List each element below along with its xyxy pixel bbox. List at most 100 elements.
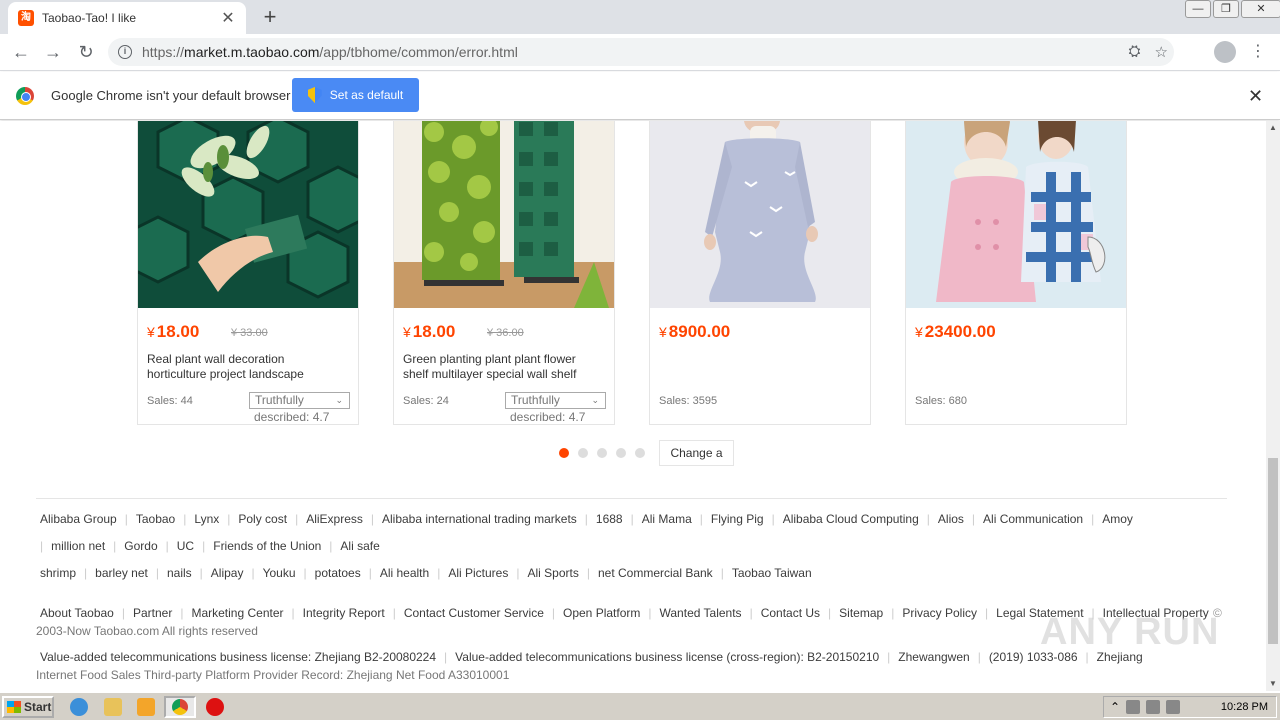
forward-arrow-icon[interactable]: → (41, 40, 65, 64)
pagination-dot[interactable] (616, 448, 626, 458)
product-card[interactable]: ¥18.00 ¥ 36.00 Green planting plant plan… (393, 121, 615, 425)
product-image[interactable] (906, 121, 1126, 308)
footer-link[interactable]: 1688 (592, 512, 627, 526)
link-separator: | (444, 650, 448, 664)
footer-link[interactable]: Value-added telecommunications business … (36, 650, 440, 664)
link-separator: | (124, 512, 128, 526)
footer-link[interactable]: Sitemap (835, 606, 887, 620)
product-price: ¥23400.00 (915, 322, 996, 341)
product-card[interactable]: ¥23400.00 Sales: 680 (905, 121, 1127, 425)
scroll-thumb[interactable] (1268, 458, 1278, 644)
translate-icon[interactable]: ⛭ (1129, 43, 1141, 61)
start-button[interactable]: Start (2, 696, 54, 718)
footer-link[interactable]: UC (173, 539, 198, 553)
link-separator: | (183, 512, 187, 526)
footer-link[interactable]: potatoes (311, 566, 365, 580)
footer-link[interactable]: Flying Pig (707, 512, 768, 526)
scroll-down-arrow-icon[interactable]: ▼ (1266, 677, 1280, 691)
link-separator: | (891, 606, 895, 620)
product-image[interactable] (138, 121, 358, 308)
footer-link[interactable]: Friends of the Union (209, 539, 325, 553)
footer-link[interactable]: Contact Us (757, 606, 824, 620)
new-tab-button[interactable]: + (258, 4, 282, 30)
product-title[interactable]: Real plant wall decoration horticulture … (147, 352, 347, 382)
minimize-button[interactable]: — (1185, 0, 1211, 18)
close-window-button[interactable]: ✕ (1241, 0, 1280, 18)
footer-link[interactable]: Alios (934, 512, 968, 526)
footer-link[interactable]: shrimp (36, 566, 80, 580)
pagination-dot[interactable] (578, 448, 588, 458)
flag-icon[interactable] (1166, 700, 1181, 714)
site-info-icon[interactable]: i (118, 45, 132, 59)
footer-link[interactable]: Value-added telecommunications business … (451, 650, 883, 664)
footer-link[interactable]: Open Platform (559, 606, 644, 620)
footer-link[interactable]: Alibaba Group (36, 512, 121, 526)
network-icon[interactable] (1126, 700, 1141, 714)
volume-icon[interactable] (1146, 700, 1161, 714)
infobar-close-icon[interactable]: ✕ (1248, 86, 1263, 107)
tray-expand-icon[interactable]: ⌃ (1110, 700, 1120, 714)
chrome-menu-icon[interactable]: ⋮ (1250, 41, 1266, 61)
footer-link[interactable]: Ali safe (336, 539, 383, 553)
footer-link[interactable]: Ali health (376, 566, 433, 580)
footer-link[interactable]: Amoy (1098, 512, 1137, 526)
default-browser-infobar: Google Chrome isn't your default browser… (0, 72, 1280, 120)
footer-link[interactable]: Alibaba Cloud Computing (779, 512, 923, 526)
tab-close-icon[interactable]: ✕ (220, 8, 236, 28)
ie-icon[interactable] (70, 698, 88, 716)
reload-icon[interactable]: ↻ (74, 40, 98, 64)
footer-link[interactable]: Integrity Report (299, 606, 389, 620)
product-card[interactable]: ¥18.00 ¥ 33.00 Real plant wall decoratio… (137, 121, 359, 425)
truthfully-described-dropdown[interactable]: Truthfully ⌄ (505, 392, 606, 409)
product-image[interactable] (394, 121, 614, 308)
footer-link[interactable]: Ali Sports (523, 566, 582, 580)
address-bar[interactable]: i https://market.m.taobao.com/app/tbhome… (108, 38, 1174, 66)
product-title[interactable]: Green planting plant plant flower shelf … (403, 352, 603, 382)
footer-links-row: shrimp | barley net | nails | Alipay | Youku | pot… (36, 566, 1236, 580)
footer-link[interactable]: Alibaba international trading markets (378, 512, 581, 526)
footer-link[interactable]: million net (47, 539, 109, 553)
footer-link[interactable]: Poly cost (234, 512, 291, 526)
pagination-dot[interactable] (559, 448, 569, 458)
bookmark-star-icon[interactable]: ☆ (1155, 43, 1168, 61)
folder-icon[interactable] (104, 698, 122, 716)
footer-link[interactable]: Alipay (207, 566, 248, 580)
footer-link[interactable]: AliExpress (302, 512, 367, 526)
media-player-icon[interactable] (137, 698, 155, 716)
product-image[interactable] (650, 121, 870, 308)
footer-link[interactable]: Ali Mama (638, 512, 696, 526)
footer-link[interactable]: Zhewangwen (894, 650, 973, 664)
tab-title: Taobao-Tao! I like (42, 11, 137, 25)
back-arrow-icon[interactable]: ← (9, 40, 33, 64)
footer-link[interactable]: Contact Customer Service (400, 606, 548, 620)
set-as-default-button[interactable]: Set as default (292, 78, 419, 112)
page-scrollbar[interactable]: ▲ ▼ (1266, 121, 1280, 691)
footer-link[interactable]: Youku (259, 566, 300, 580)
profile-avatar-icon[interactable] (1214, 41, 1236, 63)
product-card[interactable]: ¥8900.00 Sales: 3595 (649, 121, 871, 425)
footer-link[interactable]: Privacy Policy (898, 606, 981, 620)
footer-link[interactable]: Lynx (190, 512, 223, 526)
truthfully-described-dropdown[interactable]: Truthfully ⌄ (249, 392, 350, 409)
browser-tab[interactable]: 淘 Taobao-Tao! I like ✕ (8, 2, 246, 34)
footer-link[interactable]: Ali Communication (979, 512, 1087, 526)
pagination-dot[interactable] (635, 448, 645, 458)
footer-link[interactable]: Gordo (120, 539, 161, 553)
footer-link[interactable]: Marketing Center (187, 606, 287, 620)
change-group-button[interactable]: Change a group (659, 440, 734, 466)
scroll-up-arrow-icon[interactable]: ▲ (1266, 121, 1280, 135)
footer-link[interactable]: Ali Pictures (444, 566, 512, 580)
footer-link[interactable]: Wanted Talents (656, 606, 746, 620)
footer-link[interactable]: nails (163, 566, 196, 580)
taskbar-chrome-button[interactable] (164, 696, 196, 718)
footer-link[interactable]: net Commercial Bank (594, 566, 717, 580)
footer-link[interactable]: Taobao (132, 512, 179, 526)
footer-link[interactable]: barley net (91, 566, 152, 580)
product-price: ¥8900.00 (659, 322, 731, 341)
footer-link[interactable]: About Taobao (36, 606, 118, 620)
antivirus-icon[interactable] (206, 698, 224, 716)
restore-button[interactable]: ❐ (1213, 0, 1239, 18)
footer-link[interactable]: Taobao Taiwan (728, 566, 816, 580)
footer-link[interactable]: Partner (129, 606, 176, 620)
pagination-dot[interactable] (597, 448, 607, 458)
